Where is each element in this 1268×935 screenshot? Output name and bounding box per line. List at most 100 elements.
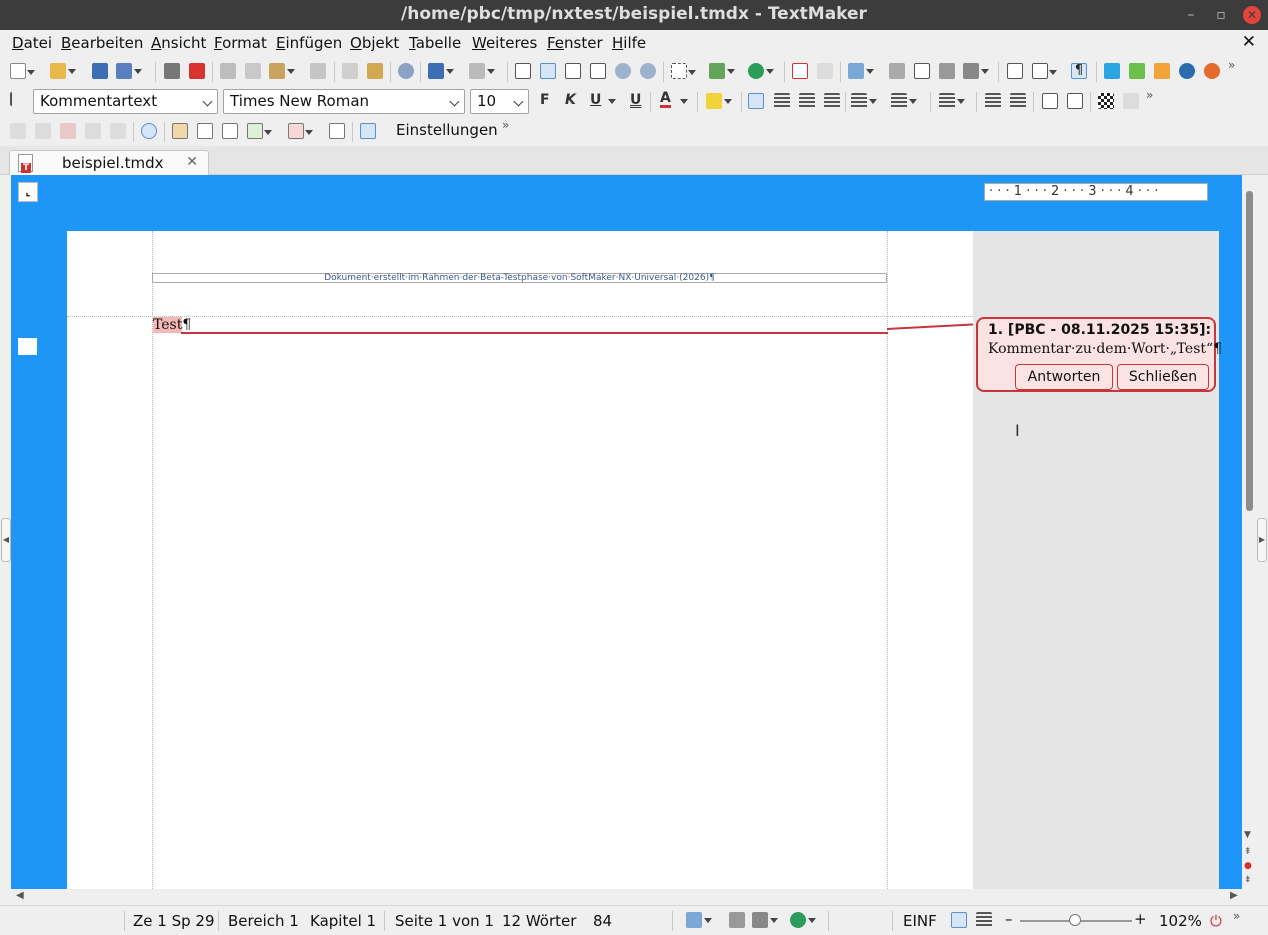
left-sidebar-handle[interactable]: ◀ (1, 518, 11, 562)
bold-button[interactable]: F (540, 92, 550, 108)
menu-tabelle[interactable]: Tabelle (409, 34, 461, 52)
format-copy-icon[interactable] (342, 63, 358, 79)
body-paragraph[interactable]: Test¶ (153, 317, 191, 333)
tab-close-icon[interactable]: ✕ (186, 154, 198, 170)
page-header[interactable]: Dokument·erstellt·im·Rahmen·der·Beta-Tes… (152, 273, 887, 283)
horizontal-scrollbar[interactable]: ◀ ▶ (0, 889, 1242, 905)
status-zoom[interactable]: 102% (1159, 912, 1202, 930)
track-changes-icon[interactable] (172, 123, 188, 139)
comment-text[interactable]: Kommentar·zu·dem·Wort·„Test“¶ (988, 341, 1222, 357)
close-window-icon[interactable]: ✕ (1243, 6, 1261, 24)
format-brush-icon[interactable] (367, 63, 383, 79)
network-icon[interactable] (963, 63, 989, 79)
pdf-export-icon[interactable] (189, 63, 205, 79)
align-left-icon[interactable] (748, 93, 764, 109)
menu-bearbeiten[interactable]: Bearbeiten (61, 34, 143, 52)
previous-comment-icon[interactable] (85, 123, 101, 139)
close-comment-button[interactable]: Schließen (1117, 364, 1209, 390)
cut-icon[interactable] (220, 63, 236, 79)
outline-list-icon[interactable] (939, 93, 965, 109)
close-document-icon[interactable]: ✕ (1242, 32, 1256, 52)
right-sidebar-handle[interactable]: ▶ (1257, 518, 1267, 562)
envelope-icon[interactable] (792, 63, 808, 79)
next-comment-icon[interactable] (110, 123, 126, 139)
save-all-icon[interactable] (116, 63, 142, 79)
change-pane-icon[interactable] (329, 123, 345, 139)
paragraph-style-select[interactable]: Kommentartext (33, 89, 218, 114)
form-icon[interactable] (817, 63, 833, 79)
justify-icon[interactable] (824, 93, 840, 109)
view-outline-icon[interactable] (590, 63, 606, 79)
decrease-indent-icon[interactable] (985, 93, 1001, 109)
maximize-icon[interactable]: ▫ (1212, 6, 1230, 24)
numbered-list-icon[interactable] (891, 93, 917, 109)
show-comments-icon[interactable] (141, 123, 157, 139)
undo-icon[interactable] (428, 63, 454, 79)
document-page[interactable]: Dokument·erstellt·im·Rahmen·der·Beta-Tes… (67, 231, 975, 889)
settings-button[interactable]: Einstellungen (396, 121, 498, 139)
character-frame-icon[interactable] (1042, 93, 1058, 109)
reject-change-icon[interactable] (288, 123, 313, 139)
firefox-icon[interactable] (1204, 63, 1220, 79)
view-normal-icon[interactable] (540, 63, 556, 79)
status-overflow-icon[interactable]: » (1233, 909, 1240, 923)
menu-datei[interactable]: Datei (12, 34, 52, 52)
refresh-icon[interactable] (310, 63, 326, 79)
minimize-icon[interactable]: – (1182, 6, 1200, 24)
textframe-icon[interactable] (671, 63, 696, 79)
spellcheck-icon[interactable] (848, 63, 874, 79)
status-save-icon[interactable] (729, 912, 745, 928)
reply-button[interactable]: Antworten (1015, 364, 1113, 390)
highlight-icon[interactable] (706, 93, 732, 109)
menu-einfuegen[interactable]: Einfügen (276, 34, 342, 52)
open-folder-icon[interactable] (50, 63, 76, 79)
paragraph-frame-icon[interactable] (1067, 93, 1083, 109)
zoom-in-icon[interactable]: + (1134, 910, 1147, 928)
tab-beispiel[interactable]: beispiel.tmdx ✕ (9, 150, 209, 175)
zoom-out-icon[interactable]: – (1005, 910, 1013, 928)
status-outline-view-icon[interactable] (976, 912, 992, 928)
tab-stop-selector-icon[interactable]: ⌞ (18, 182, 38, 202)
status-ai-icon[interactable] (790, 912, 816, 928)
next-change-icon[interactable] (222, 123, 238, 139)
font-color-button[interactable]: A (660, 91, 671, 108)
planmaker-icon[interactable] (1129, 63, 1145, 79)
scroll-left-icon[interactable]: ◀ (16, 890, 24, 901)
browse-object-icon[interactable]: ● (1244, 861, 1252, 871)
view-page-icon[interactable] (565, 63, 581, 79)
status-network-icon[interactable] (752, 912, 778, 928)
edit-comment-icon[interactable] (35, 123, 51, 139)
next-page-icon[interactable]: ⇟ (1244, 875, 1252, 885)
presentations-icon[interactable] (1154, 63, 1170, 79)
new-document-icon[interactable] (10, 63, 35, 79)
save-icon[interactable] (92, 63, 108, 79)
previous-change-icon[interactable] (197, 123, 213, 139)
redo-icon[interactable] (469, 63, 495, 79)
accept-change-icon[interactable] (247, 123, 272, 139)
double-underline-button[interactable]: U (630, 92, 641, 108)
toolbar-overflow-icon[interactable]: » (1228, 58, 1235, 72)
comment-toolbar-overflow-icon[interactable]: » (502, 118, 509, 132)
menu-hilfe[interactable]: Hilfe (612, 34, 646, 52)
view-zoom-100-icon[interactable] (515, 63, 531, 79)
columns-icon[interactable] (914, 63, 930, 79)
print-icon[interactable] (164, 63, 180, 79)
menu-objekt[interactable]: Objekt (350, 34, 399, 52)
telegram-icon[interactable] (1104, 63, 1120, 79)
menu-weiteres[interactable]: Weiteres (472, 34, 537, 52)
qr-code-icon[interactable] (1098, 93, 1114, 109)
scroll-right-icon[interactable]: ▶ (1230, 890, 1238, 901)
menu-ansicht[interactable]: Ansicht (151, 34, 206, 52)
vertical-scroll-thumb[interactable] (1246, 191, 1253, 511)
review-icon[interactable] (360, 123, 376, 139)
pilcrow-icon[interactable]: ¶ (1071, 63, 1087, 79)
format-overflow-icon[interactable]: » (1146, 88, 1153, 102)
status-insert-mode[interactable]: EINF (903, 912, 937, 930)
search-icon[interactable] (398, 63, 414, 79)
vertical-scrollbar[interactable]: ▼ ⇞ ● ⇟ (1242, 175, 1257, 889)
field-icon[interactable] (1032, 63, 1057, 79)
scroll-down-icon[interactable]: ▼ (1244, 830, 1251, 840)
horizontal-ruler[interactable]: · · · 1 · · · 2 · · · 3 · · · 4 · · · (984, 183, 1208, 201)
font-size-select[interactable]: 10 (470, 89, 529, 114)
status-page-view-icon[interactable] (951, 912, 967, 928)
